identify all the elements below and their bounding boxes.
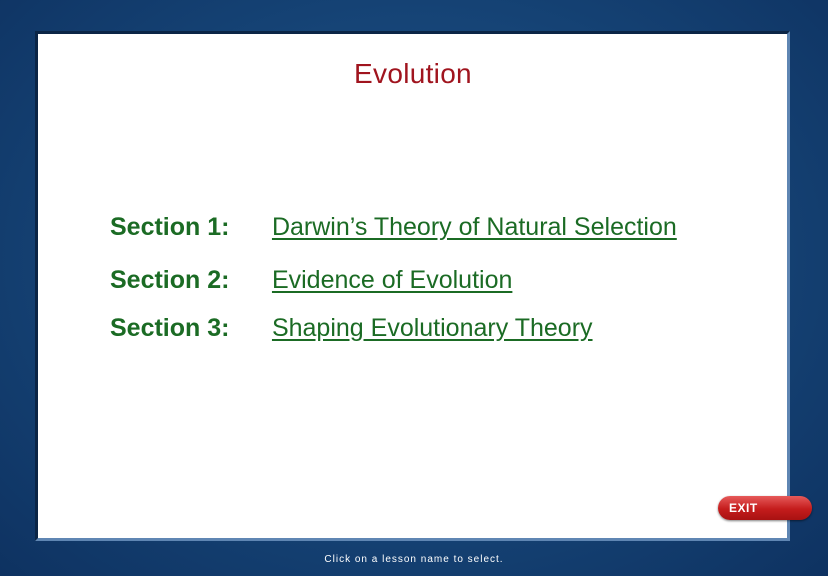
section-label: Section 3: [110, 314, 230, 342]
section-row-3: Section 3: Shaping Evolutionary Theory [110, 314, 593, 343]
page-title: Evolution [354, 58, 472, 89]
lesson-link-shaping-evolutionary-theory[interactable]: Shaping Evolutionary Theory [272, 314, 593, 342]
content-panel: Evolution Section 1: Darwin’s Theory of … [35, 31, 790, 541]
exit-label: EXIT [729, 501, 758, 515]
lesson-link-evidence-of-evolution[interactable]: Evidence of Evolution [272, 266, 512, 294]
section-label: Section 1: [110, 213, 230, 241]
section-row-1: Section 1: Darwin’s Theory of Natural Se… [110, 213, 677, 242]
footer-hint: Click on a lesson name to select. [324, 554, 504, 565]
lesson-link-darwins-theory[interactable]: Darwin’s Theory of Natural Selection [272, 213, 677, 241]
section-row-2: Section 2: Evidence of Evolution [110, 266, 512, 295]
section-label: Section 2: [110, 266, 230, 294]
exit-button[interactable]: EXIT [718, 496, 812, 520]
